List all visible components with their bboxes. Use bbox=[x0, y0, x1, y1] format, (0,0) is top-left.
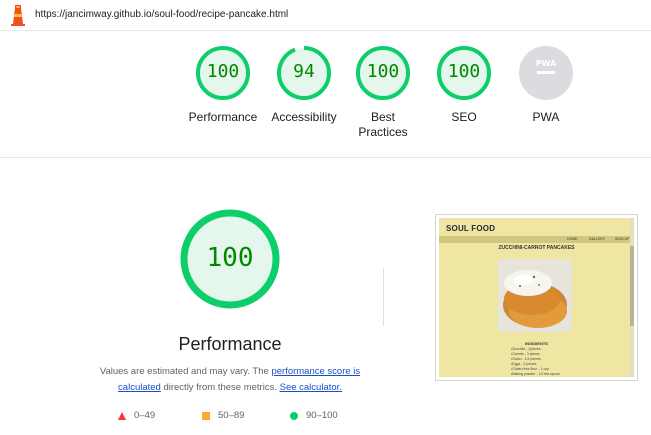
gauge-score: 94 bbox=[293, 61, 315, 82]
screenshot-ingredients-heading: INGIDIENTS bbox=[525, 341, 548, 346]
screenshot-ingredients-list: Zucchini - 2pieces Carrots - 3 pieces On… bbox=[511, 347, 601, 377]
category-gauges: 100 Performance 94 Accessibility 100 Bes… bbox=[0, 44, 651, 154]
gauge-label: Accessibility bbox=[271, 110, 337, 124]
gauge-best-practices[interactable]: 100 Best Practices bbox=[343, 44, 423, 140]
pancake-photo bbox=[498, 259, 572, 332]
screenshot-nav-item: HOME bbox=[567, 237, 578, 241]
desc-text: directly from these metrics. bbox=[160, 382, 280, 393]
vertical-separator bbox=[383, 268, 384, 326]
pwa-badge-icon: PWA bbox=[519, 46, 573, 100]
legend-range: 0–49 bbox=[134, 410, 156, 421]
score-legend: 0–49 50–89 90–100 bbox=[116, 410, 376, 426]
performance-description: Values are estimated and may vary. The p… bbox=[94, 364, 366, 396]
report-header: https://jancimway.github.io/soul-food/re… bbox=[0, 0, 651, 31]
gauge-label: Performance bbox=[188, 110, 258, 124]
performance-title: Performance bbox=[178, 334, 282, 354]
legend-pass: 90–100 bbox=[290, 410, 338, 421]
screenshot-page: SOUL FOOD HOME GALLERY SIGN UP ZUCCHINI-… bbox=[439, 218, 634, 377]
audited-url[interactable]: https://jancimway.github.io/soul-food/re… bbox=[35, 9, 288, 20]
screenshot-scrollbar bbox=[630, 218, 634, 377]
gauge-score: 100 bbox=[447, 61, 481, 82]
desc-text: Values are estimated and may vary. The bbox=[99, 366, 272, 377]
list-item: Baking powder - 1/2 tea spoon bbox=[511, 372, 601, 377]
gauge-seo[interactable]: 100 SEO bbox=[424, 44, 504, 125]
screenshot-nav: HOME GALLERY SIGN UP bbox=[439, 236, 634, 243]
pass-circle-icon bbox=[290, 411, 298, 420]
average-square-icon bbox=[202, 411, 210, 420]
screenshot-brand: SOUL FOOD bbox=[446, 224, 496, 233]
screenshot-title: ZUCCHINI-CARROT PANCAKES bbox=[498, 245, 575, 251]
gauge-pwa[interactable]: PWA PWA bbox=[506, 44, 586, 125]
pwa-badge-text: PWA bbox=[536, 59, 557, 68]
gauge-score: 100 bbox=[206, 61, 240, 82]
legend-fail: 0–49 bbox=[118, 410, 155, 421]
gauge-performance[interactable]: 100 Performance bbox=[183, 44, 263, 125]
fail-triangle-icon bbox=[118, 411, 126, 420]
scrollbar-thumb bbox=[630, 246, 634, 326]
see-calculator-link[interactable]: See calculator. bbox=[280, 382, 342, 393]
gauge-label: SEO bbox=[451, 110, 477, 124]
gauge-score: 100 bbox=[366, 61, 400, 82]
section-divider bbox=[0, 157, 651, 158]
legend-average: 50–89 bbox=[202, 410, 244, 421]
legend-range: 90–100 bbox=[306, 410, 338, 421]
gauge-label: Best Practices bbox=[358, 110, 408, 139]
final-screenshot-thumbnail[interactable]: SOUL FOOD HOME GALLERY SIGN UP ZUCCHINI-… bbox=[435, 214, 638, 381]
lighthouse-logo-icon bbox=[11, 5, 25, 26]
performance-score-large: 100 bbox=[206, 243, 254, 273]
gauge-accessibility[interactable]: 94 Accessibility bbox=[264, 44, 344, 125]
screenshot-nav-item: SIGN UP bbox=[615, 237, 630, 241]
screenshot-nav-item: GALLERY bbox=[589, 237, 606, 241]
legend-range: 50–89 bbox=[218, 410, 245, 421]
gauge-label: PWA bbox=[532, 110, 560, 124]
